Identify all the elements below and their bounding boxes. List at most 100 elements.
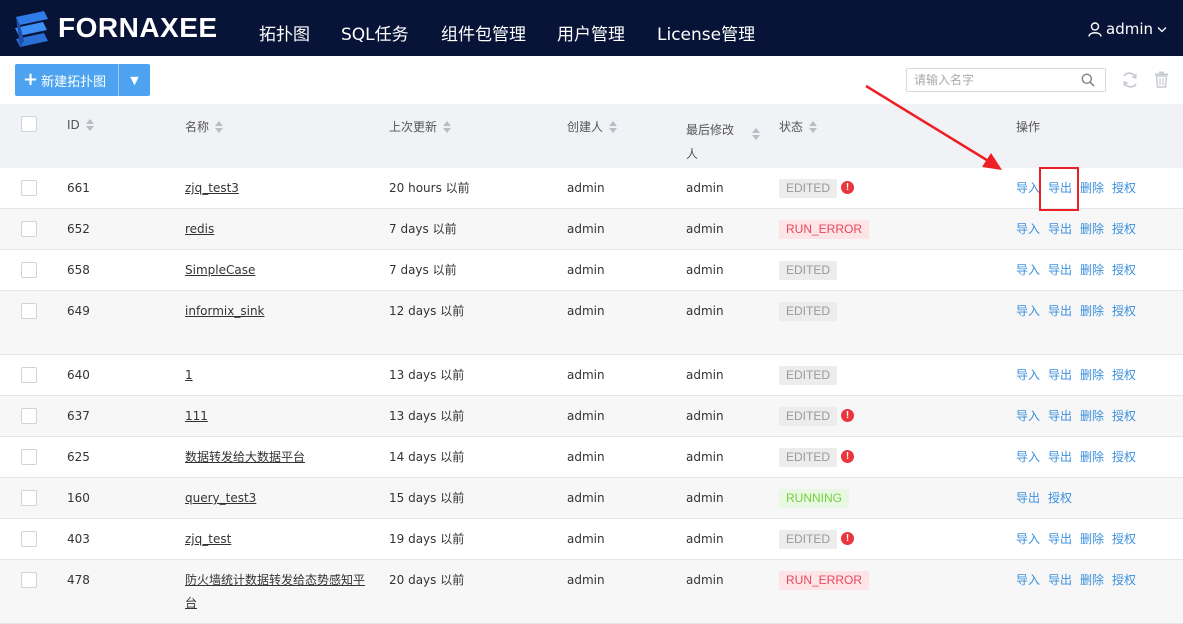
column-header-id[interactable]: ID xyxy=(67,118,94,132)
table-row[interactable]: 625 数据转发给大数据平台 14 days 以前 admin admin EDITED!… xyxy=(0,437,1183,478)
row-checkbox[interactable] xyxy=(21,221,37,237)
delete-link[interactable]: 删除 xyxy=(1080,519,1104,559)
cell-creator: admin xyxy=(567,573,605,587)
cell-name-link[interactable]: SimpleCase xyxy=(185,250,255,290)
cell-name-link[interactable]: 防火墙统计数据转发给态势感知平台 xyxy=(185,569,370,615)
column-header-updated[interactable]: 上次更新 xyxy=(389,118,452,135)
trash-icon[interactable] xyxy=(1154,71,1169,88)
export-link[interactable]: 导出 xyxy=(1048,291,1072,331)
row-checkbox[interactable] xyxy=(21,408,37,424)
authorize-link[interactable]: 授权 xyxy=(1112,519,1136,559)
row-checkbox[interactable] xyxy=(21,449,37,465)
cell-name-link[interactable]: 数据转发给大数据平台 xyxy=(185,437,305,477)
caret-down-icon[interactable]: ▼ xyxy=(119,64,150,96)
authorize-link[interactable]: 授权 xyxy=(1048,478,1072,518)
authorize-link[interactable]: 授权 xyxy=(1112,560,1136,600)
nav-topology[interactable]: 拓扑图 xyxy=(259,20,310,45)
search-input[interactable] xyxy=(907,69,1067,91)
import-link[interactable]: 导入 xyxy=(1016,250,1040,290)
export-link[interactable]: 导出 xyxy=(1048,437,1072,477)
cell-name-link[interactable]: informix_sink xyxy=(185,300,370,323)
sort-icon[interactable] xyxy=(809,120,818,133)
cell-name-link[interactable]: zjq_test3 xyxy=(185,168,239,208)
sort-icon[interactable] xyxy=(215,120,224,133)
sort-icon[interactable] xyxy=(609,120,618,133)
import-link[interactable]: 导入 xyxy=(1016,396,1040,436)
export-link[interactable]: 导出 xyxy=(1048,560,1072,600)
table-row[interactable]: 637 111 13 days 以前 admin admin EDITED! 导入 导出 删除授… xyxy=(0,396,1183,437)
authorize-link[interactable]: 授权 xyxy=(1112,355,1136,395)
table-row[interactable]: 478 防火墙统计数据转发给态势感知平台 20 days 以前 admin admin R… xyxy=(0,560,1183,624)
import-link[interactable]: 导入 xyxy=(1016,355,1040,395)
authorize-link[interactable]: 授权 xyxy=(1112,209,1136,249)
delete-link[interactable]: 删除 xyxy=(1080,437,1104,477)
export-link[interactable]: 导出 xyxy=(1048,209,1072,249)
table-row[interactable]: 658 SimpleCase 7 days 以前 admin admin EDITED 导入… xyxy=(0,250,1183,291)
row-checkbox[interactable] xyxy=(21,531,37,547)
warning-icon[interactable]: ! xyxy=(841,409,854,422)
refresh-icon[interactable] xyxy=(1121,71,1139,89)
table-row[interactable]: 403 zjq_test 19 days 以前 admin admin EDITED! 导入… xyxy=(0,519,1183,560)
delete-link[interactable]: 删除 xyxy=(1080,291,1104,331)
authorize-link[interactable]: 授权 xyxy=(1112,250,1136,290)
new-topology-main[interactable]: + 新建拓扑图 xyxy=(15,64,118,96)
nav-sql-task[interactable]: SQL任务 xyxy=(341,20,409,45)
column-header-status[interactable]: 状态 xyxy=(779,118,818,135)
authorize-link[interactable]: 授权 xyxy=(1112,437,1136,477)
cell-updated: 19 days 以前 xyxy=(389,532,465,546)
authorize-link[interactable]: 授权 xyxy=(1112,396,1136,436)
search-icon[interactable] xyxy=(1081,73,1095,87)
delete-link[interactable]: 删除 xyxy=(1080,209,1104,249)
column-header-last-modifier[interactable]: 最后修改人 xyxy=(686,118,734,166)
user-menu[interactable]: admin xyxy=(1088,20,1167,38)
sort-icon[interactable] xyxy=(85,119,94,131)
row-checkbox[interactable] xyxy=(21,262,37,278)
table-row[interactable]: 640 1 13 days 以前 admin admin EDITED 导入 导出 删除 授权 xyxy=(0,355,1183,396)
cell-name-link[interactable]: 111 xyxy=(185,396,208,436)
nav-license-management[interactable]: License管理 xyxy=(657,20,755,45)
column-header-name[interactable]: 名称 xyxy=(185,118,224,135)
authorize-link[interactable]: 授权 xyxy=(1112,168,1136,208)
export-link[interactable]: 导出 xyxy=(1048,519,1072,559)
column-header-creator[interactable]: 创建人 xyxy=(567,118,618,135)
table-row[interactable]: 160 query_test3 15 days 以前 admin admin RUNNIN… xyxy=(0,478,1183,519)
export-link[interactable]: 导出 xyxy=(1048,396,1072,436)
import-link[interactable]: 导入 xyxy=(1016,560,1040,600)
cell-name-link[interactable]: query_test3 xyxy=(185,478,256,518)
select-all-checkbox[interactable] xyxy=(21,116,37,132)
import-link[interactable]: 导入 xyxy=(1016,437,1040,477)
row-checkbox[interactable] xyxy=(21,180,37,196)
import-link[interactable]: 导入 xyxy=(1016,519,1040,559)
new-topology-button[interactable]: + 新建拓扑图 ▼ xyxy=(15,64,150,96)
delete-link[interactable]: 删除 xyxy=(1080,250,1104,290)
delete-link[interactable]: 删除 xyxy=(1080,355,1104,395)
table-row[interactable]: 661 zjq_test3 20 hours 以前 admin admin EDITED!… xyxy=(0,168,1183,209)
status-badge: EDITED xyxy=(779,366,838,385)
sort-icon[interactable] xyxy=(752,128,760,140)
import-link[interactable]: 导入 xyxy=(1016,291,1040,331)
table-row[interactable]: 649 informix_sink 12 days 以前 admin admin EDIT… xyxy=(0,291,1183,355)
delete-link[interactable]: 删除 xyxy=(1080,396,1104,436)
warning-icon[interactable]: ! xyxy=(841,450,854,463)
export-link[interactable]: 导出 xyxy=(1048,250,1072,290)
row-checkbox[interactable] xyxy=(21,367,37,383)
warning-icon[interactable]: ! xyxy=(841,181,854,194)
row-checkbox[interactable] xyxy=(21,572,37,588)
import-link[interactable]: 导入 xyxy=(1016,209,1040,249)
delete-link[interactable]: 删除 xyxy=(1080,560,1104,600)
sort-icon[interactable] xyxy=(443,120,452,133)
delete-link[interactable]: 删除 xyxy=(1080,168,1104,208)
nav-component-package[interactable]: 组件包管理 xyxy=(441,20,526,45)
warning-icon[interactable]: ! xyxy=(841,532,854,545)
cell-name-link[interactable]: zjq_test xyxy=(185,519,231,559)
export-link[interactable]: 导出 xyxy=(1048,355,1072,395)
table-row[interactable]: 652 redis 7 days 以前 admin admin RUN_ERROR 导入 导出… xyxy=(0,209,1183,250)
nav-user-management[interactable]: 用户管理 xyxy=(557,20,625,45)
row-checkbox[interactable] xyxy=(21,303,37,319)
row-checkbox[interactable] xyxy=(21,490,37,506)
import-link[interactable]: 导入 xyxy=(1016,168,1040,208)
cell-name-link[interactable]: redis xyxy=(185,209,214,249)
cell-name-link[interactable]: 1 xyxy=(185,355,193,395)
authorize-link[interactable]: 授权 xyxy=(1112,291,1136,331)
export-link[interactable]: 导出 xyxy=(1016,478,1040,518)
